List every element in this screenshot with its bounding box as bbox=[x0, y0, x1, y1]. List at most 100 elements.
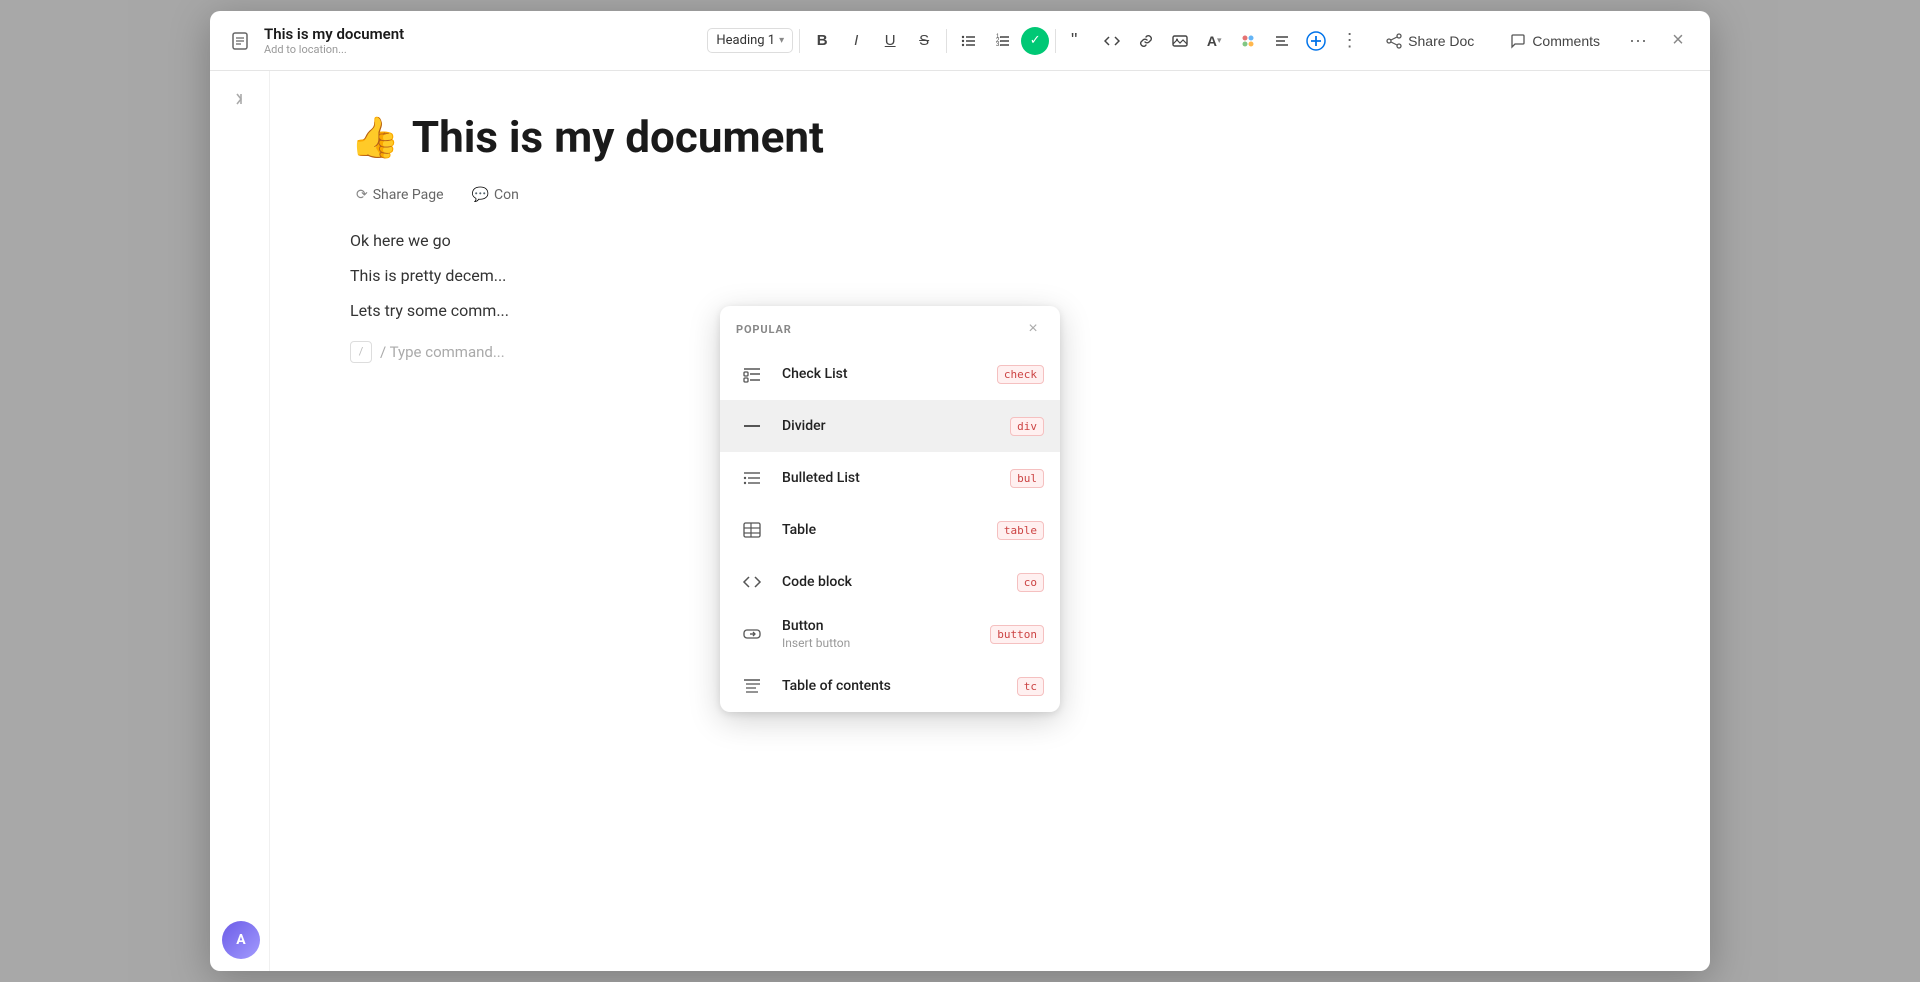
code-shortcut: co bbox=[1017, 573, 1044, 592]
command-popup: POPULAR × bbox=[720, 306, 1060, 712]
doc-body: 👍 This is my document ⟳ Share Page 💬 Con… bbox=[210, 71, 1710, 971]
comments-label: Comments bbox=[1532, 33, 1600, 49]
italic-button[interactable]: I bbox=[840, 25, 872, 57]
popup-item-button[interactable]: Button Insert button button bbox=[720, 608, 1060, 660]
code-label: Code block bbox=[782, 574, 1003, 591]
popup-item-code-text: Code block bbox=[782, 574, 1003, 591]
toolbar-left: This is my document Add to location... bbox=[226, 25, 701, 56]
popup-item-checklist[interactable]: Check List check bbox=[720, 348, 1060, 400]
strikethrough-button[interactable]: S bbox=[908, 25, 940, 57]
popup-item-checklist-text: Check List bbox=[782, 366, 983, 383]
toolbar: This is my document Add to location... H… bbox=[210, 11, 1710, 71]
popup-item-divider[interactable]: Divider div bbox=[720, 400, 1060, 452]
table-icon bbox=[736, 514, 768, 546]
heading-text: This is my document bbox=[412, 111, 824, 163]
checklist-icon bbox=[736, 358, 768, 390]
doc-title-group: This is my document Add to location... bbox=[264, 25, 404, 56]
doc-icon bbox=[226, 27, 254, 55]
toc-icon bbox=[736, 670, 768, 702]
media-button[interactable] bbox=[1164, 25, 1196, 57]
bulleted-label: Bulleted List bbox=[782, 470, 996, 487]
comments-icon bbox=[1510, 33, 1526, 49]
toolbar-divider-1 bbox=[799, 29, 800, 53]
button-sublabel: Insert button bbox=[782, 636, 976, 650]
toolbar-divider-2 bbox=[946, 29, 947, 53]
numbered-list-button[interactable]: 1. 2. 3. bbox=[987, 25, 1019, 57]
slash-icon: / bbox=[359, 345, 364, 358]
share-doc-button[interactable]: Share Doc bbox=[1372, 27, 1488, 55]
doc-heading: 👍 This is my document bbox=[350, 111, 1630, 163]
popup-item-bulleted[interactable]: Bulleted List bul bbox=[720, 452, 1060, 504]
link-button[interactable] bbox=[1130, 25, 1162, 57]
popup-close-button[interactable]: × bbox=[1022, 318, 1044, 340]
close-icon: × bbox=[1672, 29, 1684, 52]
popup-item-toc[interactable]: Table of contents tc bbox=[720, 660, 1060, 712]
close-button[interactable]: × bbox=[1662, 25, 1694, 57]
text-color-button[interactable]: A ▾ bbox=[1198, 25, 1230, 57]
toc-label: Table of contents bbox=[782, 678, 1003, 695]
underline-button[interactable]: U bbox=[874, 25, 906, 57]
inline-toolbar: ⟳ Share Page 💬 Con bbox=[350, 183, 1630, 207]
user-avatar[interactable]: A bbox=[222, 921, 260, 959]
code-button[interactable] bbox=[1096, 25, 1128, 57]
doc-window: This is my document Add to location... H… bbox=[210, 11, 1710, 971]
checklist-label: Check List bbox=[782, 366, 983, 383]
quote-button[interactable]: " bbox=[1062, 25, 1094, 57]
toolbar-center: Heading 1 ▾ B I U S bbox=[707, 25, 1366, 57]
con-label: Con bbox=[494, 187, 519, 203]
sidebar-expand-icon[interactable] bbox=[224, 83, 256, 115]
share-page-icon: ⟳ bbox=[356, 187, 368, 203]
share-doc-label: Share Doc bbox=[1408, 33, 1474, 49]
toc-shortcut: tc bbox=[1017, 677, 1044, 696]
popup-item-code[interactable]: Code block co bbox=[720, 556, 1060, 608]
doc-title: This is my document bbox=[264, 25, 404, 43]
more-menu-button[interactable]: ··· bbox=[1622, 25, 1654, 57]
sidebar-left bbox=[210, 71, 270, 971]
share-icon bbox=[1386, 33, 1402, 49]
popup-section-label: POPULAR bbox=[736, 323, 792, 336]
divider-shortcut: div bbox=[1010, 417, 1044, 436]
con-button[interactable]: 💬 Con bbox=[466, 183, 525, 207]
table-label: Table bbox=[782, 522, 983, 539]
popup-header: POPULAR × bbox=[720, 306, 1060, 348]
add-button[interactable] bbox=[1300, 25, 1332, 57]
bulleted-list-button[interactable] bbox=[953, 25, 985, 57]
emoji-button[interactable] bbox=[1232, 25, 1264, 57]
check-icon: ✓ bbox=[1030, 33, 1041, 48]
heading-emoji: 👍 bbox=[350, 114, 400, 161]
align-button[interactable] bbox=[1266, 25, 1298, 57]
slash-command-icon: / bbox=[350, 341, 372, 363]
table-shortcut: table bbox=[997, 521, 1044, 540]
popup-item-table-text: Table bbox=[782, 522, 983, 539]
comment-inline-icon: 💬 bbox=[472, 187, 489, 203]
bold-button[interactable]: B bbox=[806, 25, 838, 57]
toolbar-divider-3 bbox=[1055, 29, 1056, 53]
heading-select[interactable]: Heading 1 ▾ bbox=[707, 28, 793, 53]
paragraph-1: Ok here we go bbox=[350, 227, 1630, 254]
button-shortcut: button bbox=[990, 625, 1044, 644]
comments-button[interactable]: Comments bbox=[1496, 27, 1614, 55]
share-page-button[interactable]: ⟳ Share Page bbox=[350, 183, 450, 207]
bulleted-list-icon bbox=[736, 462, 768, 494]
doc-subtitle: Add to location... bbox=[264, 43, 404, 56]
chevron-down-icon: ▾ bbox=[779, 35, 784, 46]
paragraph-2: This is pretty decem... bbox=[350, 262, 1630, 289]
checklist-shortcut: check bbox=[997, 365, 1044, 384]
popup-item-divider-text: Divider bbox=[782, 418, 996, 435]
button-block-icon bbox=[736, 618, 768, 650]
toolbar-right: Share Doc Comments ··· × bbox=[1372, 25, 1694, 57]
command-placeholder: / Type command... bbox=[380, 343, 505, 361]
popup-item-button-text: Button Insert button bbox=[782, 618, 976, 650]
more-options-button[interactable]: ⋮ bbox=[1334, 25, 1366, 57]
bulleted-shortcut: bul bbox=[1010, 469, 1044, 488]
divider-icon bbox=[736, 410, 768, 442]
svg-text:": " bbox=[1071, 33, 1077, 49]
divider-label: Divider bbox=[782, 418, 996, 435]
editor-area[interactable]: 👍 This is my document ⟳ Share Page 💬 Con… bbox=[270, 71, 1710, 971]
popup-item-table[interactable]: Table table bbox=[720, 504, 1060, 556]
check-button[interactable]: ✓ bbox=[1021, 27, 1049, 55]
popup-item-bulleted-text: Bulleted List bbox=[782, 470, 996, 487]
modal-overlay: This is my document Add to location... H… bbox=[0, 0, 1920, 982]
heading-select-label: Heading 1 bbox=[716, 33, 775, 48]
button-label: Button bbox=[782, 618, 976, 635]
